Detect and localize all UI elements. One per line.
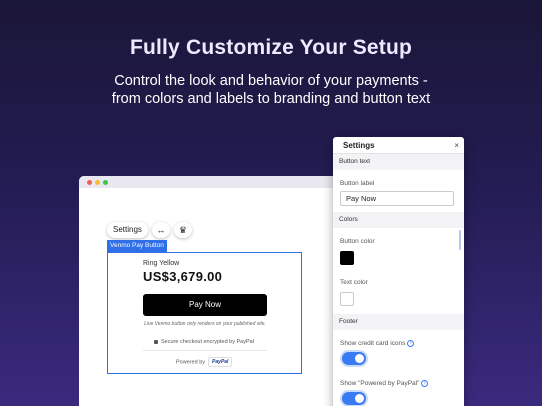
resize-icon[interactable]: ↔	[151, 222, 170, 238]
button-label-input[interactable]: Pay Now	[340, 191, 454, 206]
toggle-knob	[355, 354, 364, 364]
widget-tag[interactable]: Venmo Pay Button	[107, 240, 167, 252]
show-powered-text: Show "Powered by PayPal"	[340, 380, 420, 388]
close-window-dot[interactable]	[87, 180, 92, 185]
settings-button[interactable]: Settings	[107, 222, 148, 238]
subtitle-line-2: from colors and labels to branding and b…	[111, 91, 431, 107]
text-color-label: Text color	[340, 279, 368, 286]
show-card-icons-text: Show credit card icons	[340, 340, 406, 348]
info-icon[interactable]: i	[421, 380, 429, 388]
pay-widget[interactable]: Ring Yellow US$3,679.00 Pay Now Live Ven…	[107, 252, 302, 374]
text-color-swatch[interactable]	[340, 292, 354, 306]
settings-panel: Settings × Button text Button label Pay …	[333, 137, 464, 406]
info-icon[interactable]: i	[407, 340, 415, 347]
maximize-window-dot[interactable]	[103, 180, 108, 185]
close-icon[interactable]: ×	[454, 137, 459, 154]
show-card-icons-toggle[interactable]	[342, 352, 366, 366]
panel-scrollbar[interactable]	[459, 230, 461, 250]
button-color-swatch[interactable]	[340, 251, 354, 265]
live-render-note: Live Venmo button only renders on your p…	[144, 321, 266, 327]
section-colors: Colors	[333, 212, 464, 228]
settings-panel-header: Settings ×	[333, 137, 464, 154]
pay-now-button[interactable]: Pay Now	[143, 294, 267, 316]
secure-text: Secure checkout encrypted by PayPal	[161, 339, 254, 345]
minimize-window-dot[interactable]	[95, 180, 100, 185]
show-powered-label: Show "Powered by PayPal" i	[333, 380, 464, 387]
browser-titlebar	[79, 176, 369, 188]
product-name: Ring Yellow	[143, 260, 180, 267]
divider	[143, 350, 267, 351]
page-title: Fully Customize Your Setup	[129, 36, 413, 59]
powered-by-label: Powered by	[176, 359, 206, 366]
powered-by: Powered by PayPal	[176, 357, 233, 367]
crown-icon[interactable]: ♛	[173, 222, 192, 238]
lock-icon	[154, 339, 158, 344]
product-price: US$3,679.00	[143, 269, 223, 284]
section-footer: Footer	[333, 314, 464, 330]
button-label-label: Button label	[340, 180, 375, 187]
section-button-text: Button text	[333, 154, 464, 170]
paypal-logo: PayPal	[208, 357, 233, 367]
show-powered-toggle[interactable]	[342, 392, 366, 406]
show-card-icons-label: Show credit card icons i	[333, 340, 464, 347]
page-subtitle: Control the look and behavior of your pa…	[0, 72, 542, 108]
settings-panel-title: Settings	[343, 141, 375, 150]
secure-checkout: Secure checkout encrypted by PayPal	[154, 339, 254, 345]
button-color-label: Button color	[340, 238, 375, 245]
browser-window: Settings ↔ ♛ Venmo Pay Button Ring Yello…	[79, 176, 369, 406]
toggle-knob	[355, 394, 364, 404]
widget-toolbar: Settings ↔ ♛	[107, 222, 192, 238]
subtitle-line-1: Control the look and behavior of your pa…	[114, 73, 428, 89]
